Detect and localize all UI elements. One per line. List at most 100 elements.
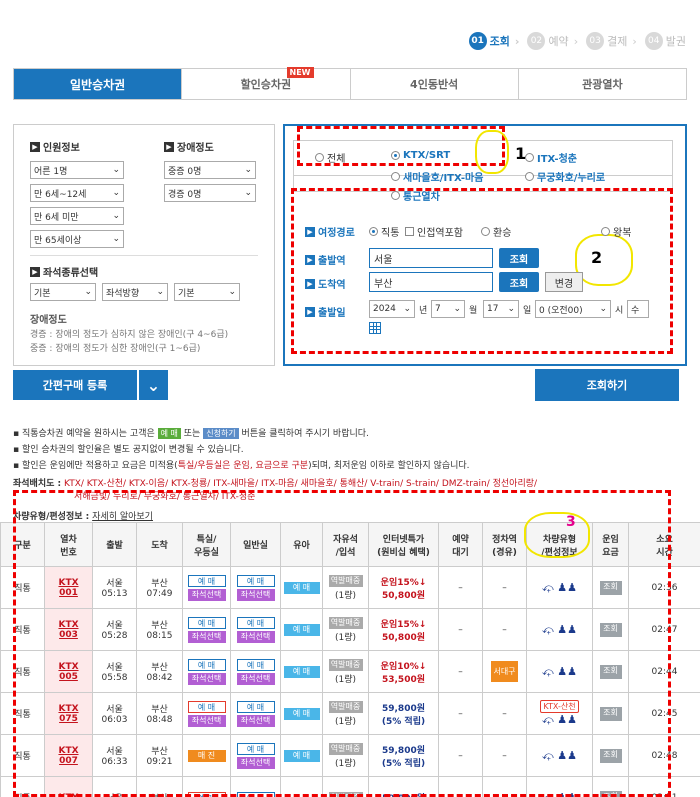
select-value: 수 [631, 305, 640, 316]
chevron-down-icon: ⌄ [112, 234, 120, 244]
infant-count-select[interactable]: 만 6세 미만 ⌄ [30, 207, 124, 225]
bullet-icon: ▶ [305, 254, 315, 265]
departure-search-button[interactable]: 조회 [499, 248, 539, 268]
radio-icon [391, 172, 400, 181]
annotation-number-1: 1 [515, 144, 527, 163]
chevron-down-icon: ⌄ [112, 165, 120, 175]
radio-label: 환승 [493, 228, 512, 239]
disability-title: ▶ 장애정도 [164, 139, 214, 154]
notice-3: ▪ 할인은 운임에만 적용하고 요금은 미적용(특실/우등실은 운임, 요금으로… [13, 461, 470, 471]
seat-map-link[interactable]: KTX/ KTX-산천/ KTX-이음/ KTX-청룡/ ITX-새마을/ IT… [64, 479, 537, 489]
chevron-down-icon: ⌄ [244, 165, 252, 175]
select-value: 만 6세~12세 [34, 189, 87, 200]
month-select[interactable]: 7 ⌄ [431, 300, 465, 318]
radio-icon [481, 227, 490, 236]
notice-text: )되며, 최저운임 이하로 할인하지 않습니다. [308, 461, 470, 471]
weekday-select[interactable]: 수 [627, 300, 649, 318]
radio-icon [369, 227, 378, 236]
adjacent-station-checkbox[interactable]: 인접역포함 [405, 224, 463, 239]
checkbox-icon [405, 227, 414, 236]
section-title: 좌석종류선택 [43, 268, 99, 279]
tab-general[interactable]: 일반승차권 [14, 69, 182, 99]
radio-roundtrip[interactable]: 왕복 [601, 224, 631, 239]
step-number: 01 [468, 32, 487, 50]
departure-input[interactable]: 서울 [369, 248, 493, 268]
arrival-label: ▶ 도착역 [305, 276, 346, 291]
radio-direct[interactable]: 직통 [369, 224, 399, 239]
select-value: 기본 [178, 288, 195, 299]
notice-tag-apply: 신청하기 [203, 428, 239, 439]
month-unit: 월 [469, 306, 478, 316]
radio-icon [525, 153, 534, 162]
select-value: 만 6세 미만 [34, 212, 79, 223]
passenger-title: ▶ 인원정보 [30, 139, 80, 154]
annotation-circle-3 [524, 512, 590, 558]
tab-discount[interactable]: 할인승차권 NEW [181, 67, 350, 99]
quick-buy-register-button[interactable]: 간편구매 등록 [13, 370, 137, 400]
field-label: 도착역 [318, 280, 346, 291]
route-label: ▶ 여정경로 [305, 224, 355, 239]
step-label: 예약 [548, 35, 569, 48]
seat-kind-select[interactable]: 기본 ⌄ [30, 283, 96, 301]
tab-label: 일반승차권 [70, 77, 126, 92]
notice-2: ▪ 할인 승차권의 할인율은 별도 공지없이 변경될 수 있습니다. [13, 445, 244, 455]
mild-count-select[interactable]: 경증 0명 ⌄ [164, 184, 256, 202]
child-count-select[interactable]: 만 6세~12세 ⌄ [30, 184, 124, 202]
step-2: 02 예약 › [527, 32, 578, 50]
chevron-down-icon: ⌄ [403, 304, 411, 314]
disability-note-severe: 중증 : 장애의 정도가 심한 장애인(구 1~6급) [30, 344, 201, 354]
senior-count-select[interactable]: 만 65세이상 ⌄ [30, 230, 124, 248]
radio-itx-cheongchun[interactable]: ITX-청춘 [525, 150, 577, 165]
seat-option-select[interactable]: 기본 ⌄ [174, 283, 240, 301]
radio-label: 직통 [381, 228, 400, 239]
severe-count-select[interactable]: 중증 0명 ⌄ [164, 161, 256, 179]
quick-buy-toggle[interactable]: ⌄ [138, 370, 168, 400]
section-title: 장애정도 [177, 143, 214, 154]
day-unit: 일 [523, 306, 532, 316]
chevron-right-icon: › [632, 34, 637, 48]
arrival-search-button[interactable]: 조회 [499, 272, 539, 292]
field-label: 여정경로 [318, 228, 355, 239]
radio-transfer[interactable]: 환승 [481, 224, 511, 239]
select-value: 0 (오전00) [539, 305, 583, 316]
chevron-down-icon: ⌄ [453, 304, 461, 314]
checkbox-label: 인접역포함 [417, 228, 463, 239]
chevron-down-icon: ⌄ [112, 211, 120, 221]
bullet-icon: ▶ [305, 278, 315, 289]
search-submit-button[interactable]: 조회하기 [535, 369, 679, 401]
arrival-input[interactable]: 부산 [369, 272, 493, 292]
bullet-icon: ▶ [305, 226, 315, 237]
tab-label: 관광열차 [582, 78, 623, 91]
time-unit: 시 [615, 306, 624, 316]
select-value: 17 [487, 304, 499, 314]
tab-label: 4인동반석 [410, 78, 459, 91]
new-badge: NEW [286, 67, 314, 78]
step-number: 02 [527, 32, 546, 50]
radio-mugunghwa[interactable]: 무궁화호/누리로 [525, 169, 605, 184]
radio-label: 무궁화호/누리로 [537, 173, 606, 184]
field-label: 출발역 [318, 256, 346, 267]
notice-text: 직통승차권 예약을 원하시는 고객은 [21, 429, 155, 439]
seat-direction-select[interactable]: 좌석방향 ⌄ [102, 283, 168, 301]
section-title: 인원정보 [43, 143, 80, 154]
tab-tourist[interactable]: 관광열차 [517, 69, 686, 99]
annotation-circle-2 [575, 234, 633, 286]
annotation-circle-1 [475, 130, 509, 174]
radio-icon [525, 172, 534, 181]
annotation-number-3: 3 [566, 514, 576, 530]
calendar-icon[interactable] [369, 322, 381, 334]
chevron-down-icon: ⌄ [84, 287, 92, 297]
radio-saemaeul[interactable]: 새마을호/ITX-마음 [391, 169, 483, 184]
select-value: 어른 1명 [34, 166, 68, 177]
step-1: 01 조회 › [468, 32, 519, 50]
adult-count-select[interactable]: 어른 1명 ⌄ [30, 161, 124, 179]
step-label: 조회 [489, 35, 510, 48]
day-select[interactable]: 17 ⌄ [483, 300, 519, 318]
time-select[interactable]: 0 (오전00) ⌄ [535, 300, 611, 318]
disability-note-mild: 경증 : 장애의 정도가 심하지 않은 장애인(구 4~6급) [30, 330, 229, 340]
swap-button[interactable]: 변경 [545, 272, 583, 292]
chevron-down-icon: ⌄ [156, 287, 164, 297]
progress-steps: 01 조회 › 02 예약 › 03 결제 › 04 발권 [468, 32, 686, 50]
year-select[interactable]: 2024 ⌄ [369, 300, 415, 318]
tab-four-seat[interactable]: 4인동반석 [349, 69, 518, 99]
